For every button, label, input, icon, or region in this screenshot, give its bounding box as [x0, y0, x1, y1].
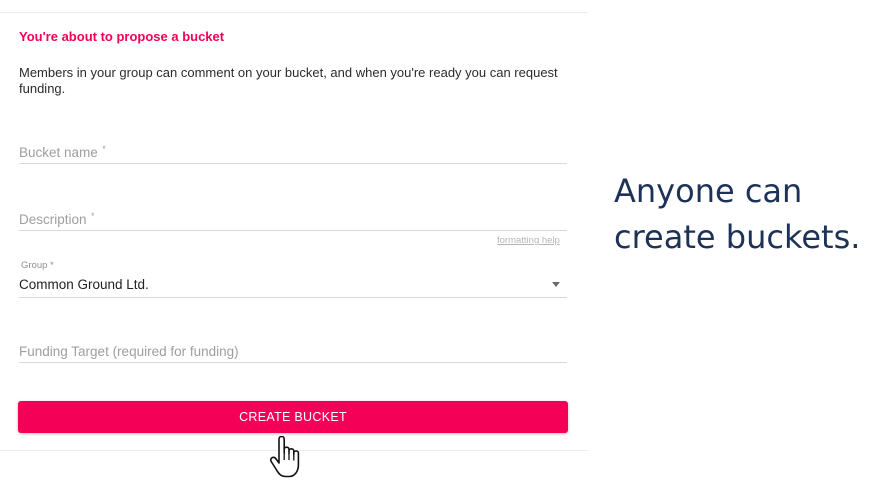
- required-mark: *: [90, 211, 95, 221]
- formatting-help-link[interactable]: formatting help: [497, 235, 560, 246]
- caption-text: Anyone can create buckets.: [614, 172, 861, 256]
- funding-target-field[interactable]: Funding Target (required for funding): [19, 343, 567, 363]
- create-bucket-form: You're about to propose a bucket Members…: [0, 12, 588, 451]
- caret-down-icon: [552, 282, 560, 287]
- description-placeholder: Description: [19, 212, 87, 227]
- bucket-name-placeholder: Bucket name: [19, 145, 98, 160]
- create-bucket-button[interactable]: CREATE BUCKET: [18, 401, 568, 433]
- hand-pointer-icon: [269, 436, 300, 478]
- group-selected-value: Common Ground Ltd.: [19, 277, 149, 292]
- form-intro: Members in your group can comment on you…: [19, 65, 558, 96]
- group-label: Group *: [21, 260, 54, 271]
- bucket-name-field[interactable]: Bucket name *: [19, 144, 567, 164]
- description-field[interactable]: Description *: [19, 211, 567, 231]
- funding-target-placeholder: Funding Target (required for funding): [19, 344, 239, 359]
- group-select[interactable]: Common Ground Ltd.: [19, 276, 567, 298]
- form-heading: You're about to propose a bucket: [19, 29, 225, 44]
- required-mark: *: [102, 144, 106, 154]
